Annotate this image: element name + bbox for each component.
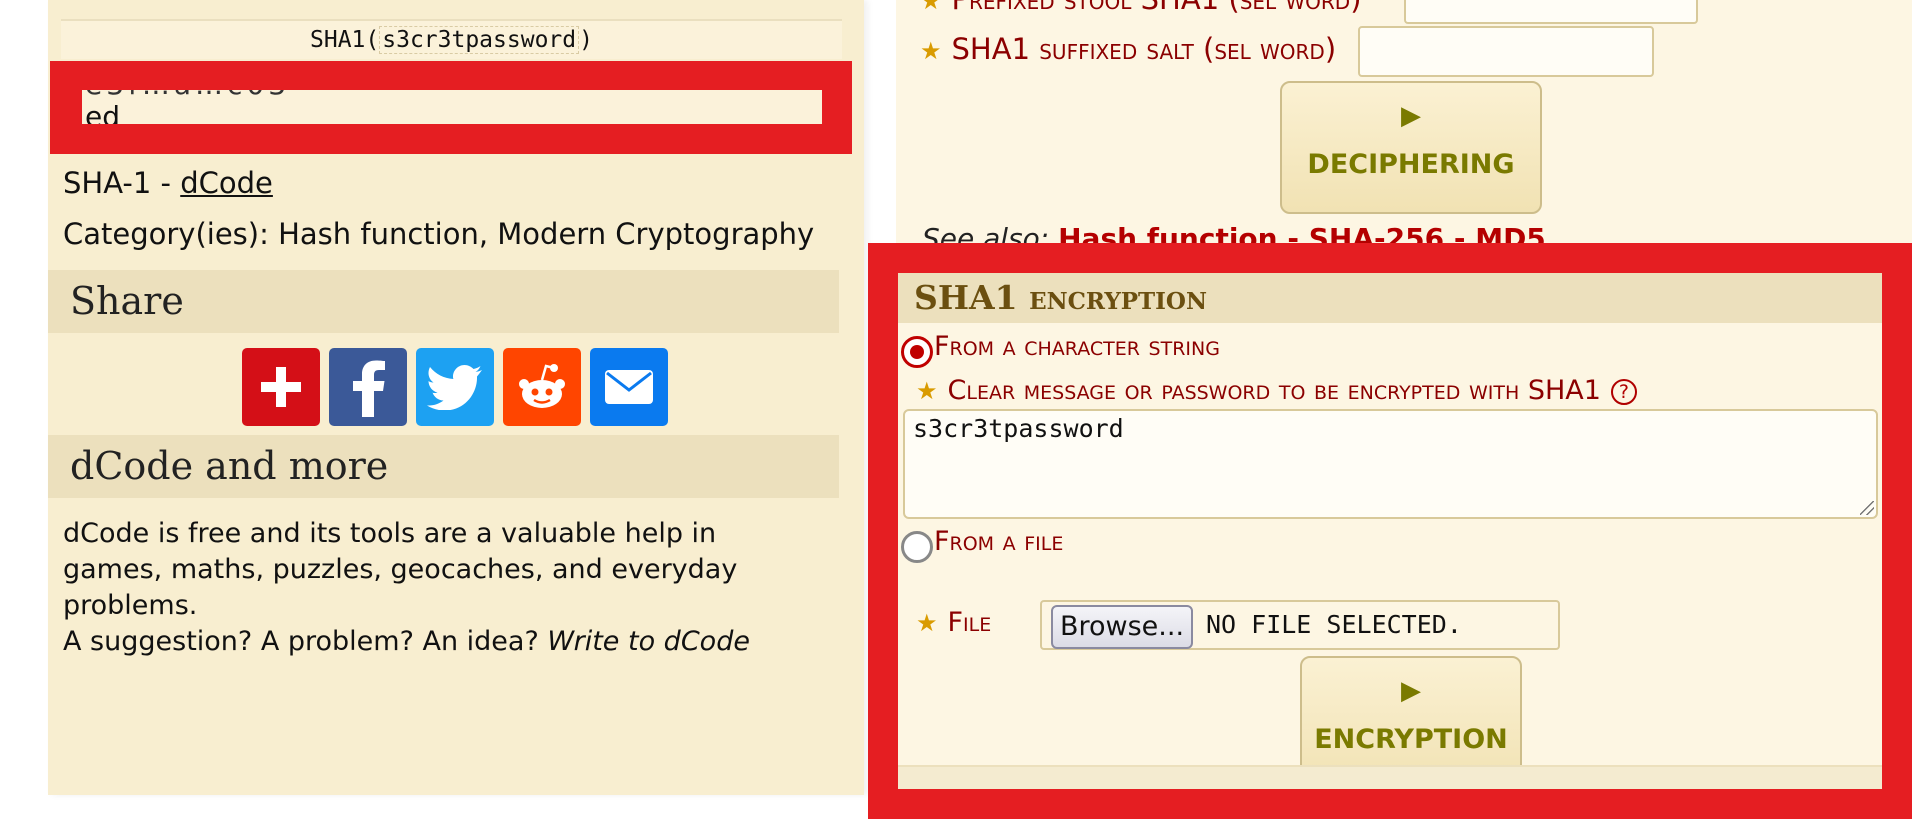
deciphering-button-label: DECIPHERING (1307, 149, 1515, 180)
radio-from-string-label[interactable]: From a character string (934, 331, 1220, 362)
encryption-highlight-box: SHA1 encryption From a character string … (868, 243, 1912, 819)
star-icon: ★ (920, 0, 942, 15)
suffixed-salt-input[interactable] (1358, 26, 1654, 77)
hash-result-tail: ed (85, 100, 120, 124)
message-textarea[interactable]: s3cr3tpassword (903, 409, 1878, 519)
star-icon: ★ (916, 377, 938, 405)
message-label-text: Clear message or password to be encrypte… (947, 375, 1601, 406)
addthis-plus-icon[interactable] (242, 348, 320, 426)
feedback-question: A suggestion? A problem? An idea? (63, 626, 548, 657)
share-buttons (242, 348, 668, 426)
star-icon: ★ (920, 37, 942, 65)
sha1-formula-prefix: SHA1( (310, 27, 380, 53)
play-icon: ▶ (1401, 676, 1421, 706)
message-textarea-value: s3cr3tpassword (913, 414, 1124, 443)
about-text: dCode is free and its tools are a valuab… (63, 518, 738, 621)
file-input[interactable]: Browse... NO FILE SELECTED. (1040, 600, 1560, 650)
play-icon: ▶ (1401, 101, 1421, 131)
reddit-icon[interactable] (503, 348, 581, 426)
prefixed-salt-label-text: Prefixed stool SHA1 (sel word) (952, 0, 1362, 16)
suffixed-salt-label: ★ SHA1 suffixed salt (sel word) (920, 32, 1336, 66)
radio-from-file-label[interactable]: From a file (934, 526, 1063, 557)
about-dcode: dCode is free and its tools are a valuab… (63, 516, 823, 660)
feedback-line: A suggestion? A problem? An idea? Write … (63, 624, 823, 660)
share-heading: Share (48, 270, 839, 333)
star-icon: ★ (916, 609, 938, 637)
sha1-formula-suffix: ) (579, 27, 593, 53)
resize-grip-icon[interactable] (1860, 501, 1874, 515)
categories-line: Category(ies): Hash function, Modern Cry… (63, 217, 815, 251)
browse-button[interactable]: Browse... (1051, 605, 1193, 649)
dcode-and-more-heading: dCode and more (48, 435, 839, 498)
sha1-formula-argument: s3cr3tpassword (379, 26, 580, 54)
sha1-formula: SHA1(s3cr3tpassword) (61, 19, 842, 59)
sha1-encryption-panel: SHA1 encryption From a character string … (898, 273, 1882, 789)
no-file-selected-text: NO FILE SELECTED. (1206, 610, 1462, 639)
prefixed-salt-label: ★ Prefixed stool SHA1 (sel word) (920, 0, 1362, 16)
write-to-dcode-link[interactable]: Write to dCode (547, 626, 750, 657)
encryption-title: SHA1 encryption (898, 273, 1882, 323)
help-icon[interactable]: ? (1610, 378, 1637, 405)
prefixed-salt-input[interactable] (1404, 0, 1698, 24)
deciphering-button[interactable]: ▶ DECIPHERING (1280, 81, 1542, 214)
panel-bottom-strip (898, 765, 1882, 789)
result-highlight-box: e3f…a…c03 ed (50, 61, 852, 154)
dcode-link[interactable]: dCode (180, 166, 273, 200)
tool-name: SHA-1 - (63, 166, 181, 200)
radio-from-string[interactable] (901, 336, 933, 368)
twitter-icon[interactable] (416, 348, 494, 426)
facebook-icon[interactable] (329, 348, 407, 426)
tool-name-line: SHA-1 - dCode (63, 166, 273, 200)
radio-from-file[interactable] (901, 531, 933, 563)
file-label-text: File (947, 607, 992, 638)
file-label: ★ File (916, 607, 991, 638)
encryption-button-label: ENCRYPTION (1314, 724, 1508, 755)
hash-result-field[interactable]: e3f…a…c03 ed (82, 90, 822, 124)
email-icon[interactable] (590, 348, 668, 426)
left-column: SHA1(s3cr3tpassword) e3f…a…c03 ed SHA-1 … (48, 0, 864, 795)
suffixed-salt-label-text: SHA1 suffixed salt (sel word) (951, 32, 1337, 66)
message-label: ★ Clear message or password to be encrypt… (916, 375, 1637, 406)
